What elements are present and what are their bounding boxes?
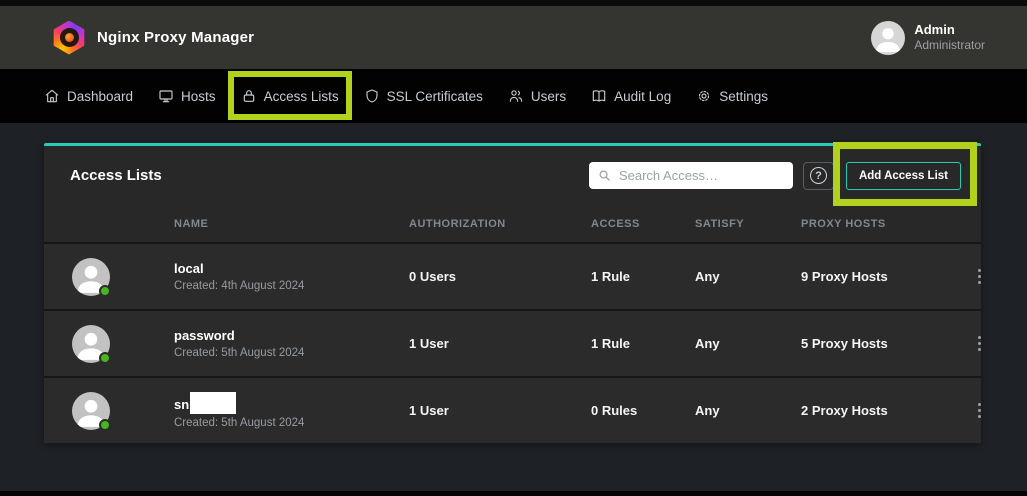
add-access-list-button[interactable]: Add Access List <box>846 162 961 190</box>
access-list-name-prefix: sn <box>174 397 189 412</box>
nav-hosts[interactable]: Hosts <box>158 88 216 104</box>
menu-cell <box>974 399 1011 422</box>
user-role: Administrator <box>914 38 985 53</box>
window-edge-bottom <box>0 491 1027 496</box>
app-title: Nginx Proxy Manager <box>97 29 254 46</box>
users-icon <box>508 88 524 104</box>
access-value: 1 Rule <box>591 336 695 351</box>
satisfy-value: Any <box>695 269 801 284</box>
panel-header: Access Lists ? Add Access List <box>44 146 981 205</box>
main-nav: Dashboard Hosts Access Lists SSL Certifi… <box>0 69 1027 123</box>
created-date: Created: 4th August 2024 <box>174 280 409 292</box>
access-value: 1 Rule <box>591 269 695 284</box>
nav-users[interactable]: Users <box>508 88 566 104</box>
authorization-value: 0 Users <box>409 269 591 284</box>
nav-dashboard[interactable]: Dashboard <box>44 88 133 104</box>
table-header: NAME AUTHORIZATION ACCESS SATISFY PROXY … <box>44 205 981 242</box>
column-satisfy: SATISFY <box>695 218 801 230</box>
name-cell: local Created: 4th August 2024 <box>174 261 409 292</box>
help-button[interactable]: ? <box>803 162 834 190</box>
npm-logo-ring <box>60 28 79 47</box>
access-list-name: local <box>174 261 409 277</box>
nav-label: Access Lists <box>264 89 339 104</box>
access-lists-panel: Access Lists ? Add Access List <box>44 143 981 443</box>
nav-label: Hosts <box>181 89 216 104</box>
table-row[interactable]: local Created: 4th August 2024 0 Users 1… <box>44 242 981 309</box>
nav-label: Audit Log <box>614 89 671 104</box>
avatar-cell <box>44 392 174 430</box>
book-icon <box>591 88 607 104</box>
access-value: 0 Rules <box>591 403 695 418</box>
menu-cell <box>974 332 1011 355</box>
nav-settings[interactable]: Settings <box>696 88 768 104</box>
npm-logo-dot <box>65 33 74 42</box>
nav-audit-log[interactable]: Audit Log <box>591 88 671 104</box>
nav-access-lists[interactable]: Access Lists <box>241 88 339 104</box>
redaction-box <box>190 392 236 414</box>
window-edge-top <box>0 0 1027 6</box>
panel-actions: ? Add Access List <box>589 162 961 190</box>
shield-icon <box>364 88 380 104</box>
page-title: Access Lists <box>70 167 162 184</box>
topbar: Nginx Proxy Manager Admin Administrator <box>0 6 1027 69</box>
nav-ssl-certificates[interactable]: SSL Certificates <box>364 88 483 104</box>
proxy-hosts-value: 9 Proxy Hosts <box>801 269 974 284</box>
access-list-name: password <box>174 328 409 344</box>
add-button-wrapper: Add Access List <box>846 162 961 190</box>
help-icon: ? <box>810 167 827 184</box>
status-dot <box>99 285 111 297</box>
menu-cell <box>974 265 1011 288</box>
status-dot <box>99 352 111 364</box>
brand: Nginx Proxy Manager <box>52 21 254 55</box>
user-menu[interactable]: Admin Administrator <box>871 21 985 55</box>
created-date: Created: 5th August 2024 <box>174 417 409 429</box>
authorization-value: 1 User <box>409 403 591 418</box>
table-row[interactable]: sn Created: 5th August 2024 1 User 0 Rul… <box>44 376 981 443</box>
app-window: Nginx Proxy Manager Admin Administrator … <box>0 0 1027 496</box>
created-date: Created: 5th August 2024 <box>174 347 409 359</box>
access-list-name: sn <box>174 392 409 414</box>
table-row[interactable]: password Created: 5th August 2024 1 User… <box>44 309 981 376</box>
satisfy-value: Any <box>695 403 801 418</box>
authorization-value: 1 User <box>409 336 591 351</box>
user-meta: Admin Administrator <box>914 22 985 53</box>
name-cell: password Created: 5th August 2024 <box>174 328 409 359</box>
name-cell: sn Created: 5th August 2024 <box>174 392 409 429</box>
search-box[interactable] <box>589 162 793 189</box>
search-icon <box>597 168 612 183</box>
proxy-hosts-value: 2 Proxy Hosts <box>801 403 974 418</box>
npm-logo-icon <box>52 21 86 55</box>
page-content: Access Lists ? Add Access List <box>0 123 1027 443</box>
user-name: Admin <box>914 22 985 38</box>
proxy-hosts-value: 5 Proxy Hosts <box>801 336 974 351</box>
avatar <box>72 258 110 296</box>
satisfy-value: Any <box>695 336 801 351</box>
user-avatar <box>871 21 905 55</box>
nav-label: Settings <box>719 89 768 104</box>
monitor-icon <box>158 88 174 104</box>
person-icon <box>871 21 905 55</box>
home-icon <box>44 88 60 104</box>
row-menu-button[interactable] <box>974 265 985 288</box>
nav-label: SSL Certificates <box>387 89 483 104</box>
row-menu-button[interactable] <box>974 332 985 355</box>
search-input[interactable] <box>619 168 785 183</box>
gear-icon <box>696 88 712 104</box>
nav-label: Dashboard <box>67 89 133 104</box>
column-proxy-hosts: PROXY HOSTS <box>801 218 974 230</box>
avatar-cell <box>44 258 174 296</box>
row-menu-button[interactable] <box>974 399 985 422</box>
column-access: ACCESS <box>591 218 695 230</box>
avatar-cell <box>44 325 174 363</box>
nav-label: Users <box>531 89 566 104</box>
column-authorization: AUTHORIZATION <box>409 218 591 230</box>
avatar <box>72 392 110 430</box>
column-name: NAME <box>174 218 409 230</box>
avatar <box>72 325 110 363</box>
status-dot <box>99 419 111 431</box>
lock-icon <box>241 88 257 104</box>
